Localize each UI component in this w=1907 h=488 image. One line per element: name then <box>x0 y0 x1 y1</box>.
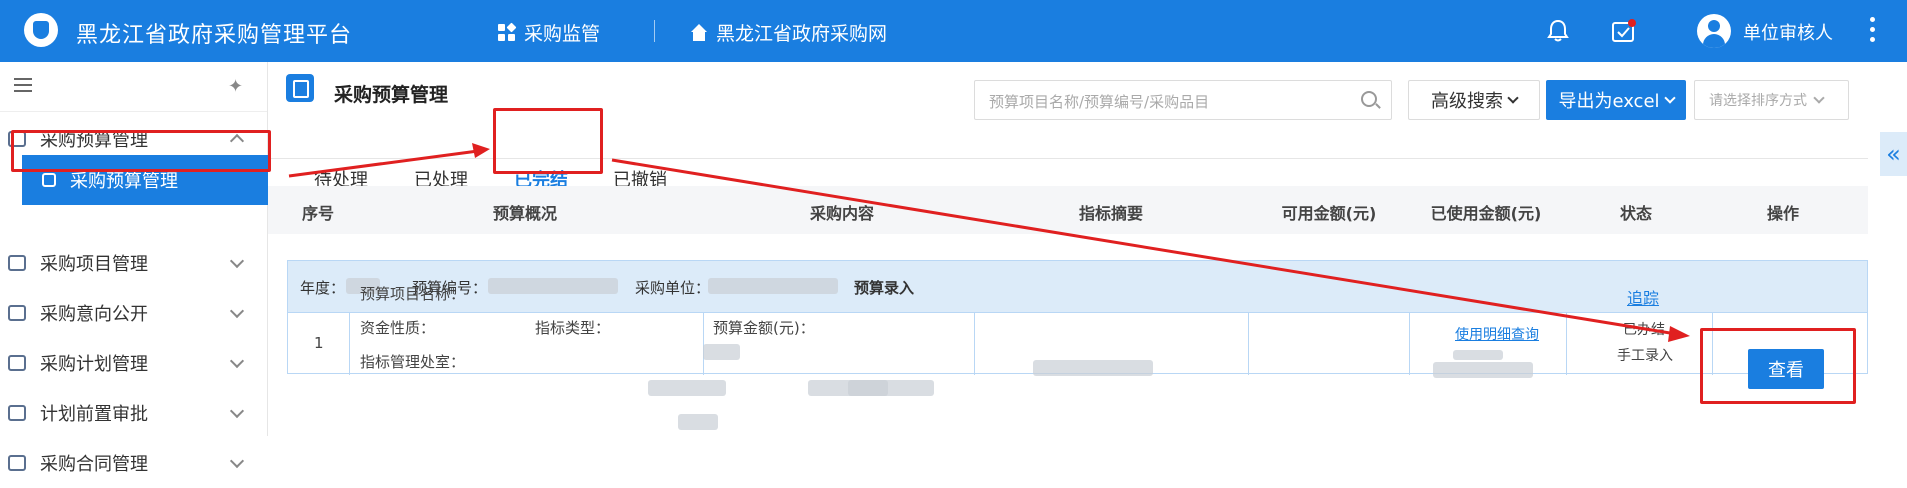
more-menu-icon[interactable] <box>1870 17 1876 45</box>
export-label: 导出为excel <box>1558 91 1660 112</box>
sidebar-item-intent-disclosure[interactable]: 采购意向公开 <box>0 288 268 338</box>
avatar[interactable] <box>1697 14 1731 48</box>
unit-label: 采购单位： <box>635 279 711 297</box>
username[interactable]: 单位审核人 <box>1743 19 1833 45</box>
chevron-down-icon <box>229 453 245 469</box>
menu-toggle-icon[interactable] <box>14 78 32 92</box>
tabs-divider <box>268 158 1868 159</box>
search-icon[interactable] <box>1361 91 1377 107</box>
col-status: 状态 <box>1619 204 1653 223</box>
redacted-value <box>678 414 718 430</box>
entry-tag: 预算录入 <box>854 279 915 297</box>
collapse-panel-icon[interactable]: « <box>1880 132 1907 176</box>
checklist-icon <box>8 355 26 371</box>
nav-procurement-site-label: 黑龙江省政府采购网 <box>716 23 888 45</box>
col-used: 已使用金额(元) <box>1430 204 1542 223</box>
overview-fund-nature: 资金性质： <box>360 319 436 337</box>
sidebar-item-project-management[interactable]: 采购项目管理 <box>0 238 268 288</box>
top-bar: 黑龙江省政府采购管理平台 采购监管 黑龙江省政府采购网 单位审核人 <box>0 0 1907 62</box>
redacted-value <box>648 380 726 396</box>
nav-supervision[interactable]: 采购监管 <box>498 19 600 46</box>
sidebar-item-label: 采购意向公开 <box>40 304 148 325</box>
search-input[interactable]: 预算项目名称/预算编号/采购品目 <box>974 80 1392 120</box>
content-budget-amount: 预算金额(元)： <box>713 319 815 337</box>
edit-document-icon <box>42 173 56 187</box>
chevron-down-icon <box>229 303 245 319</box>
col-indicator: 指标摘要 <box>1078 204 1144 223</box>
edit-document-icon <box>286 74 314 102</box>
redacted-value <box>1033 360 1153 376</box>
page-title: 采购预算管理 <box>334 84 449 106</box>
logo-icon <box>24 13 58 47</box>
budget-group: 年度： 预算编号： 采购单位： 预算录入 1 预算项目名称： 资金性质： 指标类… <box>287 260 1868 375</box>
redacted-value <box>1453 350 1503 360</box>
bell-icon[interactable] <box>1545 18 1571 44</box>
overview-project-name: 预算项目名称： <box>360 285 466 303</box>
sidebar-item-pre-approval[interactable]: 计划前置审批 <box>0 388 268 438</box>
sidebar-item-label: 采购预算管理 <box>40 130 148 151</box>
sidebar-item-label: 计划前置审批 <box>40 404 148 425</box>
col-content: 采购内容 <box>809 204 875 223</box>
document-search-icon <box>8 305 26 321</box>
col-overview: 预算概况 <box>492 204 558 223</box>
chevron-down-icon <box>1507 92 1519 104</box>
nav-supervision-label: 采购监管 <box>524 23 601 45</box>
export-excel-button[interactable]: 导出为excel <box>1546 80 1686 120</box>
sort-placeholder: 请选择排序方式 <box>1709 93 1807 109</box>
redacted-value <box>708 278 838 294</box>
chevron-down-icon <box>229 353 245 369</box>
overview-department: 指标管理处室： <box>360 353 466 371</box>
redacted-value <box>703 344 740 360</box>
advanced-search-button[interactable]: 高级搜索 <box>1408 80 1540 120</box>
usage-detail-link[interactable]: 使用明细查询 <box>1455 324 1539 344</box>
chevron-down-icon <box>1813 92 1825 104</box>
sidebar-item-label: 采购项目管理 <box>40 254 148 275</box>
row-index: 1 <box>314 334 324 352</box>
project-icon <box>8 255 26 271</box>
contract-icon <box>8 455 26 471</box>
nav-procurement-site[interactable]: 黑龙江省政府采购网 <box>690 19 887 46</box>
chevron-down-icon <box>229 403 245 419</box>
year-label: 年度： <box>300 279 346 297</box>
redacted-value <box>808 380 934 396</box>
sidebar-item-label: 采购合同管理 <box>40 454 148 475</box>
pin-icon[interactable]: ✦ <box>228 76 243 97</box>
sidebar-subitem-label: 采购预算管理 <box>70 171 178 192</box>
search-placeholder: 预算项目名称/预算编号/采购品目 <box>989 93 1210 111</box>
main-content: 采购预算管理 预算项目名称/预算编号/采购品目 高级搜索 导出为excel 请选… <box>268 62 1907 436</box>
app-title: 黑龙江省政府采购管理平台 <box>76 23 353 48</box>
sidebar-header: ✦ <box>0 62 267 112</box>
sidebar-subitem-budget-management[interactable]: 采购预算管理 <box>22 155 268 205</box>
sidebar-item-label: 采购计划管理 <box>40 354 148 375</box>
table-header: 序号 预算概况 采购内容 指标摘要 可用金额(元) 已使用金额(元) 状态 操作 <box>268 186 1868 234</box>
redacted-value <box>1433 362 1533 378</box>
nav-divider <box>654 20 655 42</box>
task-calendar-icon[interactable] <box>1610 18 1636 44</box>
view-button[interactable]: 查看 <box>1748 349 1824 389</box>
status-badge: 已办结 <box>1623 322 1665 338</box>
chevron-down-icon <box>1663 92 1676 104</box>
grid-icon <box>498 22 517 42</box>
col-action: 操作 <box>1766 204 1800 223</box>
stamp-icon <box>8 405 26 421</box>
sidebar: ✦ 采购预算管理 采购项目管理 采购意向公开 采购计划管理 计划前置审批 采购合… <box>0 62 268 475</box>
redacted-value <box>488 278 618 294</box>
sidebar-item-contract-management[interactable]: 采购合同管理 <box>0 438 268 488</box>
col-index: 序号 <box>301 204 335 223</box>
chevron-up-icon <box>229 133 245 149</box>
advanced-search-label: 高级搜索 <box>1431 91 1503 112</box>
sort-select[interactable]: 请选择排序方式 <box>1694 80 1849 120</box>
track-link[interactable]: 追踪 <box>1627 285 1659 309</box>
chart-icon <box>8 131 26 147</box>
chevron-down-icon <box>229 253 245 269</box>
overview-indicator-type: 指标类型： <box>535 319 611 337</box>
entry-type: 手工录入 <box>1617 348 1673 364</box>
home-icon <box>690 23 708 42</box>
col-available: 可用金额(元) <box>1281 204 1377 223</box>
sidebar-item-plan-management[interactable]: 采购计划管理 <box>0 338 268 388</box>
